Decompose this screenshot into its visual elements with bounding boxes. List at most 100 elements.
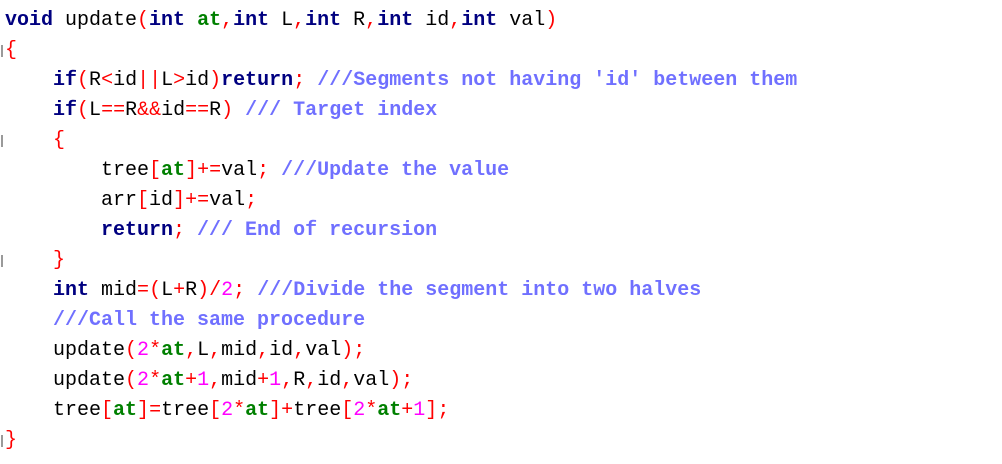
code-line[interactable]: void update(int at,int L,int R,int id,in… bbox=[5, 6, 797, 36]
code-text-area[interactable]: void update(int at,int L,int R,int id,in… bbox=[5, 6, 797, 456]
code-token: ; bbox=[353, 339, 366, 362]
fold-marker-icon[interactable] bbox=[1, 255, 3, 267]
code-token: , bbox=[365, 9, 378, 32]
code-token: , bbox=[209, 369, 222, 392]
code-token: * bbox=[233, 399, 246, 422]
code-token: == bbox=[185, 99, 210, 122]
code-token: ) bbox=[197, 279, 210, 302]
code-token: tree bbox=[293, 399, 342, 422]
code-token: val bbox=[497, 9, 546, 32]
code-token: = bbox=[137, 279, 150, 302]
code-token: [ bbox=[137, 189, 150, 212]
code-token: id bbox=[269, 339, 294, 362]
code-token: * bbox=[149, 339, 162, 362]
code-line[interactable]: } bbox=[5, 246, 797, 276]
code-token: < bbox=[101, 69, 114, 92]
code-token: int bbox=[461, 9, 498, 32]
code-token: R bbox=[341, 9, 366, 32]
code-token: val bbox=[209, 189, 246, 212]
code-token: L bbox=[161, 279, 174, 302]
code-token: == bbox=[101, 99, 126, 122]
code-token: ///Segments not having 'id' between them bbox=[305, 69, 798, 92]
code-token: tree bbox=[161, 399, 210, 422]
code-line[interactable]: { bbox=[5, 126, 797, 156]
code-token: * bbox=[149, 369, 162, 392]
code-token: L bbox=[269, 9, 294, 32]
code-token: } bbox=[5, 429, 18, 452]
code-token: 2 bbox=[137, 369, 150, 392]
code-token: ( bbox=[149, 279, 162, 302]
code-token: [ bbox=[101, 399, 114, 422]
code-line[interactable]: tree[at]=tree[2*at]+tree[2*at+1]; bbox=[5, 396, 797, 426]
code-token: int bbox=[53, 279, 90, 302]
code-token: void bbox=[5, 9, 54, 32]
code-token: val bbox=[305, 339, 342, 362]
code-token: [ bbox=[149, 159, 162, 182]
code-token: R bbox=[293, 369, 306, 392]
code-token: 1 bbox=[413, 399, 426, 422]
code-line[interactable]: { bbox=[5, 36, 797, 66]
code-token: 2 bbox=[221, 279, 234, 302]
code-token: id bbox=[161, 99, 186, 122]
code-token: ) bbox=[389, 369, 402, 392]
code-token: ] bbox=[185, 159, 198, 182]
code-token: R bbox=[125, 99, 138, 122]
code-token: L bbox=[89, 99, 102, 122]
code-line[interactable]: update(2*at,L,mid,id,val); bbox=[5, 336, 797, 366]
code-token: } bbox=[53, 249, 66, 272]
code-line[interactable]: int mid=(L+R)/2; ///Divide the segment i… bbox=[5, 276, 797, 306]
code-token: 2 bbox=[353, 399, 366, 422]
code-token: ) bbox=[221, 99, 234, 122]
code-token: 1 bbox=[197, 369, 210, 392]
code-token: , bbox=[209, 339, 222, 362]
code-line[interactable]: if(L==R&&id==R) /// Target index bbox=[5, 96, 797, 126]
code-token: at bbox=[161, 339, 186, 362]
code-token: L bbox=[161, 69, 174, 92]
code-token: + bbox=[185, 369, 198, 392]
code-line[interactable]: tree[at]+=val; ///Update the value bbox=[5, 156, 797, 186]
code-token: arr bbox=[5, 189, 138, 212]
code-token: + bbox=[173, 279, 186, 302]
code-token: , bbox=[293, 9, 306, 32]
fold-marker-icon[interactable] bbox=[1, 135, 3, 147]
code-token: , bbox=[221, 9, 234, 32]
code-token: , bbox=[449, 9, 462, 32]
code-token: , bbox=[185, 339, 198, 362]
code-token: R bbox=[89, 69, 102, 92]
fold-marker-icon[interactable] bbox=[1, 45, 3, 57]
code-token: ] bbox=[137, 399, 150, 422]
code-token: ; bbox=[257, 159, 270, 182]
code-line[interactable]: if(R<id||L>id)return; ///Segments not ha… bbox=[5, 66, 797, 96]
code-token: , bbox=[341, 369, 354, 392]
code-line[interactable]: return; /// End of recursion bbox=[5, 216, 797, 246]
code-token: ] bbox=[173, 189, 186, 212]
code-line[interactable]: ///Call the same procedure bbox=[5, 306, 797, 336]
code-line[interactable]: } bbox=[5, 426, 797, 456]
code-token: R bbox=[185, 279, 198, 302]
code-token: /// End of recursion bbox=[185, 219, 438, 242]
code-token: tree bbox=[5, 399, 102, 422]
code-token: ///Update the value bbox=[269, 159, 510, 182]
code-token: , bbox=[305, 369, 318, 392]
fold-marker-icon[interactable] bbox=[1, 435, 3, 447]
code-token: mid bbox=[221, 369, 258, 392]
code-token: , bbox=[281, 369, 294, 392]
code-token: ; bbox=[401, 369, 414, 392]
code-line[interactable]: update(2*at+1,mid+1,R,id,val); bbox=[5, 366, 797, 396]
code-line[interactable]: arr[id]+=val; bbox=[5, 186, 797, 216]
code-editor[interactable]: void update(int at,int L,int R,int id,in… bbox=[0, 0, 1002, 464]
code-token: ; bbox=[437, 399, 450, 422]
code-token: ( bbox=[77, 99, 90, 122]
code-token: , bbox=[257, 339, 270, 362]
code-token: int bbox=[377, 9, 414, 32]
code-token: ) bbox=[209, 69, 222, 92]
code-token: = bbox=[149, 399, 162, 422]
code-token: update bbox=[53, 9, 138, 32]
code-token: += bbox=[197, 159, 222, 182]
code-token: mid bbox=[221, 339, 258, 362]
